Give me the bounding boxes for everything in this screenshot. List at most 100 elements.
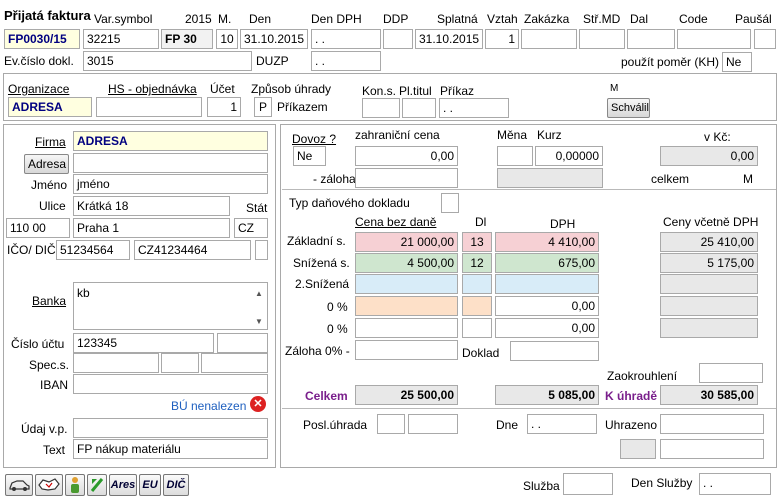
base-field[interactable] xyxy=(355,296,458,316)
pausal-label: Paušál xyxy=(735,12,772,26)
base-field[interactable]: 21 000,00 xyxy=(355,232,458,252)
zaokrouhleni-field[interactable] xyxy=(699,363,763,383)
error-icon[interactable]: ✕ xyxy=(250,396,266,412)
strmd-field[interactable] xyxy=(579,29,625,49)
rate-field[interactable] xyxy=(462,318,492,338)
dne-field[interactable]: . . xyxy=(527,414,597,434)
prikaz-field[interactable]: . . xyxy=(439,98,509,118)
ares-button[interactable]: Ares xyxy=(109,474,137,496)
base-field[interactable] xyxy=(355,274,458,294)
iban-field[interactable] xyxy=(73,374,268,394)
vat-field[interactable]: 4 410,00 xyxy=(495,232,599,252)
banka-field[interactable]: kb xyxy=(73,282,268,330)
month-field[interactable]: 10 xyxy=(216,29,238,49)
bank-code-field[interactable] xyxy=(217,333,268,353)
vat-field[interactable]: 675,00 xyxy=(495,253,599,273)
typ-field[interactable] xyxy=(441,193,459,213)
rate-field[interactable] xyxy=(462,274,492,294)
map-icon[interactable] xyxy=(35,474,63,496)
posl2-field[interactable] xyxy=(408,414,458,434)
ulice-field[interactable]: Krátká 18 xyxy=(73,196,230,216)
scroll-up-icon[interactable]: ▲ xyxy=(255,289,263,298)
sluzba-field[interactable] xyxy=(563,473,613,495)
zaloha-field[interactable] xyxy=(355,168,458,188)
splatna-field[interactable]: 31.10.2015 xyxy=(415,29,483,49)
uhrazeno3-field[interactable] xyxy=(660,439,764,459)
code-field[interactable] xyxy=(677,29,751,49)
ico-field[interactable]: 51234564 xyxy=(56,240,130,260)
schvalil-button[interactable]: Schválil xyxy=(607,98,650,118)
pausal-field[interactable] xyxy=(754,29,776,49)
uhrazeno2-field[interactable] xyxy=(620,439,656,459)
k-uhrade-field[interactable]: 30 585,00 xyxy=(660,385,758,405)
ucet-field[interactable]: 1 xyxy=(207,97,241,117)
rate-field[interactable]: 13 xyxy=(462,232,492,252)
spec2-field[interactable] xyxy=(161,353,199,373)
dic-button[interactable]: DIČ xyxy=(163,474,189,496)
mena-field[interactable] xyxy=(497,146,533,166)
stat-field[interactable]: CZ xyxy=(234,218,268,238)
mesto-field[interactable]: Praha 1 xyxy=(73,218,230,238)
total-field[interactable]: 25 410,00 xyxy=(660,232,758,252)
doklad-field[interactable] xyxy=(510,341,599,361)
kons-label: Kon.s. xyxy=(362,84,397,98)
organizace-field[interactable]: ADRESA xyxy=(8,97,92,117)
kurz-field[interactable]: 0,00000 xyxy=(535,146,603,166)
base-field[interactable]: 4 500,00 xyxy=(355,253,458,273)
zpusob-code-field[interactable]: P xyxy=(254,97,272,117)
text-field[interactable]: FP nákup materiálu xyxy=(73,439,268,459)
posl-field[interactable] xyxy=(377,414,405,434)
person-icon[interactable] xyxy=(65,474,85,496)
total-field[interactable] xyxy=(660,318,758,338)
zahranicni-field[interactable]: 0,00 xyxy=(355,146,458,166)
pomer-field[interactable]: Ne xyxy=(722,52,752,72)
refresh-icon[interactable] xyxy=(87,474,107,496)
spec3-field[interactable] xyxy=(201,353,268,373)
base-field[interactable] xyxy=(355,318,458,338)
vat-field[interactable]: 0,00 xyxy=(495,318,599,338)
series-field[interactable]: FP 30 xyxy=(161,29,213,49)
doc-number-field[interactable]: FP0030/15 xyxy=(4,29,80,49)
udaj-field[interactable] xyxy=(73,418,268,438)
rate-field[interactable] xyxy=(462,296,492,316)
varsymbol-field[interactable]: 32215 xyxy=(83,29,159,49)
spec-field[interactable] xyxy=(73,353,159,373)
total-field[interactable] xyxy=(660,296,758,316)
kons-field[interactable] xyxy=(362,98,400,118)
zaloha-kc-field[interactable] xyxy=(497,168,603,188)
duzp-field[interactable]: . . xyxy=(311,51,381,71)
celkem-base-field[interactable]: 25 500,00 xyxy=(355,385,458,405)
firma-field[interactable]: ADRESA xyxy=(73,131,268,151)
pltitul-field[interactable] xyxy=(402,98,436,118)
zaloha0-field[interactable] xyxy=(355,340,458,360)
vkc-field[interactable]: 0,00 xyxy=(660,146,758,166)
scroll-down-icon[interactable]: ▼ xyxy=(255,317,263,326)
dic-extra-field[interactable] xyxy=(255,240,268,260)
cislo-uctu-field[interactable]: 123345 xyxy=(73,333,214,353)
vat-field[interactable]: 0,00 xyxy=(495,296,599,316)
date-field[interactable]: 31.10.2015 xyxy=(240,29,308,49)
firma2-field[interactable] xyxy=(73,153,268,173)
evcislo-field[interactable]: 3015 xyxy=(83,51,252,71)
vat-field[interactable] xyxy=(495,274,599,294)
rate-field[interactable]: 12 xyxy=(462,253,492,273)
uhrazeno-field[interactable] xyxy=(660,414,764,434)
den-sluzby-field[interactable]: . . xyxy=(699,473,771,495)
dic-field[interactable]: CZ41234464 xyxy=(134,240,251,260)
total-field[interactable]: 5 175,00 xyxy=(660,253,758,273)
vztah-field[interactable]: 1 xyxy=(485,29,519,49)
psc-field[interactable]: 110 00 xyxy=(6,218,70,238)
dovoz-field[interactable]: Ne xyxy=(293,146,326,166)
car-icon[interactable] xyxy=(5,474,33,496)
den-dph-field[interactable]: . . xyxy=(311,29,381,49)
ddp-field[interactable] xyxy=(383,29,413,49)
jmeno-field[interactable]: jméno xyxy=(73,174,268,194)
eu-button[interactable]: EU xyxy=(139,474,161,496)
dal-field[interactable] xyxy=(627,29,675,49)
celkem-vat-field[interactable]: 5 085,00 xyxy=(495,385,599,405)
total-field[interactable] xyxy=(660,274,758,294)
zpusob-text: Příkazem xyxy=(277,100,328,114)
hs-field[interactable] xyxy=(96,97,202,117)
adresa-button[interactable]: Adresa xyxy=(24,154,69,174)
zakazka-field[interactable] xyxy=(521,29,577,49)
